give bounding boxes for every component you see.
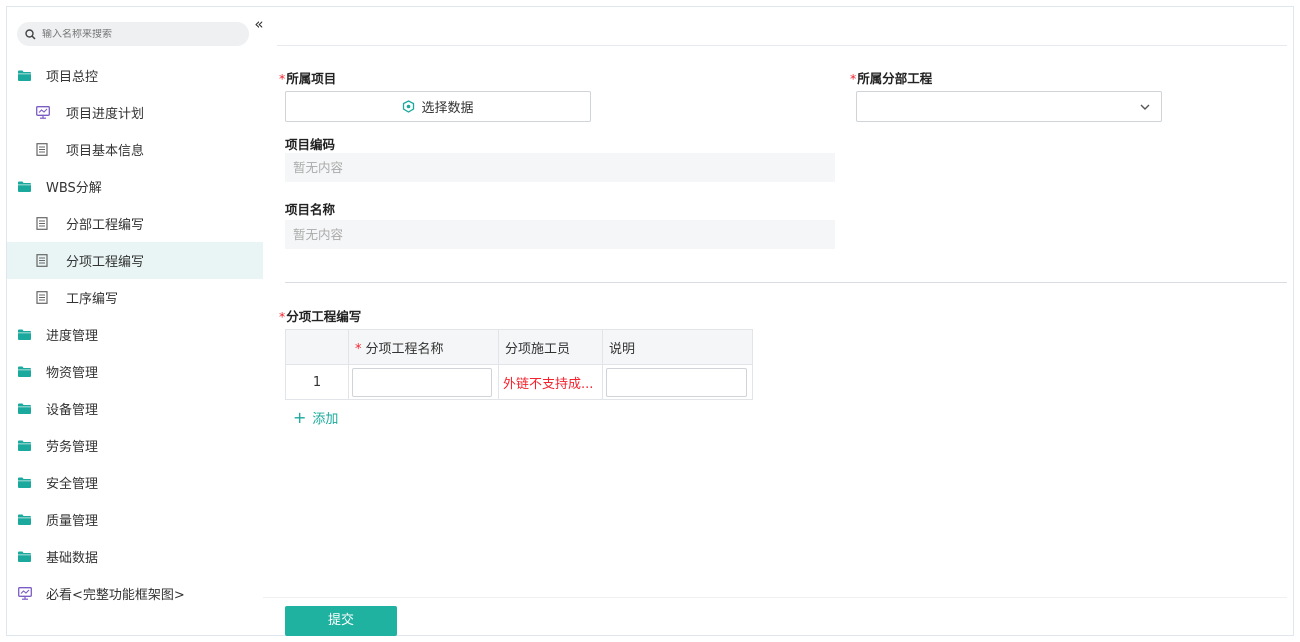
monitor-icon — [18, 587, 32, 600]
plus-icon: + — [293, 407, 307, 427]
sidebar-item[interactable]: 项目进度计划 — [7, 94, 263, 131]
required-mark: * — [279, 309, 286, 324]
sidebar-item-label: 必看<完整功能框架图> — [46, 588, 185, 603]
sidebar-item[interactable]: 项目总控 — [7, 57, 263, 94]
sidebar-item[interactable]: 分项工程编写 — [7, 242, 263, 279]
required-mark: * — [355, 341, 362, 357]
remark-input[interactable] — [606, 367, 747, 397]
table-row: 1 外链不支持成... — [285, 364, 753, 400]
project-code-label: 项目编码 — [285, 137, 336, 152]
search-input[interactable] — [42, 28, 222, 40]
table-header-row: * 分项工程名称 分项施工员 说明 — [285, 329, 753, 365]
app-frame: « 项目总控项目进度计划项目基本信息WBS分解分部工程编写分项工程编写工序编写进… — [6, 6, 1294, 636]
sidebar-item[interactable]: 质量管理 — [7, 501, 263, 538]
folder-icon — [18, 329, 32, 341]
sidebar-item[interactable]: 基础数据 — [7, 538, 263, 575]
sidebar-item-label: 安全管理 — [46, 477, 99, 492]
division-select[interactable] — [856, 91, 1162, 122]
main-content: *所属项目 选择数据 *所属分部工程 项目编码 暂无内容 项目名称 暂无内容 *… — [263, 7, 1293, 636]
name-header-text: 分项工程名称 — [365, 341, 444, 357]
sidebar-item[interactable]: 进度管理 — [7, 316, 263, 353]
sidebar-item[interactable]: 劳务管理 — [7, 427, 263, 464]
project-name-value: 暂无内容 — [285, 220, 835, 249]
sub-item-label: *分项工程编写 — [279, 306, 361, 325]
sidebar-item[interactable]: WBS分解 — [7, 168, 263, 205]
sidebar-item[interactable]: 工序编写 — [7, 279, 263, 316]
sidebar-item-label: 项目进度计划 — [66, 107, 145, 122]
remark-header: 说明 — [602, 329, 753, 365]
add-row-label: 添加 — [312, 412, 339, 427]
project-name-label: 项目名称 — [285, 202, 336, 217]
sidebar-item[interactable]: 物资管理 — [7, 353, 263, 390]
index-header — [285, 329, 349, 365]
chevron-down-icon — [1140, 104, 1150, 110]
document-icon — [36, 254, 50, 267]
folder-icon — [18, 440, 32, 452]
sidebar-item-label: WBS分解 — [46, 181, 102, 196]
sidebar-item-label: 项目基本信息 — [66, 144, 145, 159]
sidebar-item-label: 物资管理 — [46, 366, 99, 381]
sub-item-name-input[interactable] — [352, 367, 492, 397]
required-mark: * — [279, 71, 286, 86]
sidebar-item-label: 进度管理 — [46, 329, 99, 344]
project-label-text: 所属项目 — [286, 71, 337, 86]
submit-button[interactable]: 提交 — [285, 606, 397, 636]
add-row-button[interactable]: + 添加 — [293, 408, 338, 427]
folder-icon — [18, 514, 32, 526]
required-mark: * — [850, 71, 857, 86]
sidebar-item-label: 基础数据 — [46, 551, 99, 566]
sidebar-item[interactable]: 安全管理 — [7, 464, 263, 501]
document-icon — [36, 217, 50, 230]
search-box[interactable] — [17, 22, 249, 46]
sidebar-item[interactable]: 必看<完整功能框架图> — [7, 575, 263, 612]
select-data-label: 选择数据 — [421, 101, 474, 116]
folder-icon — [18, 551, 32, 563]
select-data-icon — [403, 100, 415, 113]
sidebar-item-label: 项目总控 — [46, 70, 99, 85]
document-icon — [36, 143, 50, 156]
project-code-value: 暂无内容 — [285, 153, 835, 182]
monitor-icon — [36, 106, 50, 119]
division-label-text: 所属分部工程 — [857, 71, 933, 86]
sidebar-item-label: 质量管理 — [46, 514, 99, 529]
footer-divider — [263, 597, 1287, 598]
folder-icon — [18, 366, 32, 378]
document-icon — [36, 291, 50, 304]
sidebar-item-label: 设备管理 — [46, 403, 99, 418]
staff-cell[interactable]: 外链不支持成... — [498, 364, 603, 400]
sidebar-item-label: 分部工程编写 — [66, 218, 145, 233]
folder-icon — [18, 477, 32, 489]
folder-icon — [18, 181, 32, 193]
sidebar-nav: 项目总控项目进度计划 项目基本信息 WBS分解分部工程编写 分项工程编写 工序编写进度管… — [7, 57, 263, 612]
sidebar: « 项目总控项目进度计划项目基本信息WBS分解分部工程编写分项工程编写工序编写进… — [7, 7, 264, 635]
sidebar-item[interactable]: 项目基本信息 — [7, 131, 263, 168]
name-header: * 分项工程名称 — [348, 329, 499, 365]
remark-cell — [602, 364, 753, 400]
folder-icon — [18, 403, 32, 415]
sidebar-item-label: 工序编写 — [66, 292, 119, 307]
select-data-button[interactable]: 选择数据 — [285, 91, 591, 122]
search-icon — [25, 28, 36, 40]
sidebar-item[interactable]: 设备管理 — [7, 390, 263, 427]
sidebar-item-label: 劳务管理 — [46, 440, 99, 455]
sub-item-label-text: 分项工程编写 — [286, 309, 362, 324]
sidebar-item[interactable]: 分部工程编写 — [7, 205, 263, 242]
division-label: *所属分部工程 — [850, 68, 932, 87]
row-index: 1 — [285, 364, 349, 400]
staff-header: 分项施工员 — [498, 329, 603, 365]
section-divider — [285, 282, 1287, 283]
folder-icon — [18, 70, 32, 82]
sidebar-item-label: 分项工程编写 — [66, 255, 145, 270]
top-divider — [277, 45, 1287, 46]
sub-item-table: * 分项工程名称 分项施工员 说明 1 外链不支持成... — [285, 329, 753, 400]
name-cell — [348, 364, 499, 400]
project-label: *所属项目 — [279, 68, 336, 87]
